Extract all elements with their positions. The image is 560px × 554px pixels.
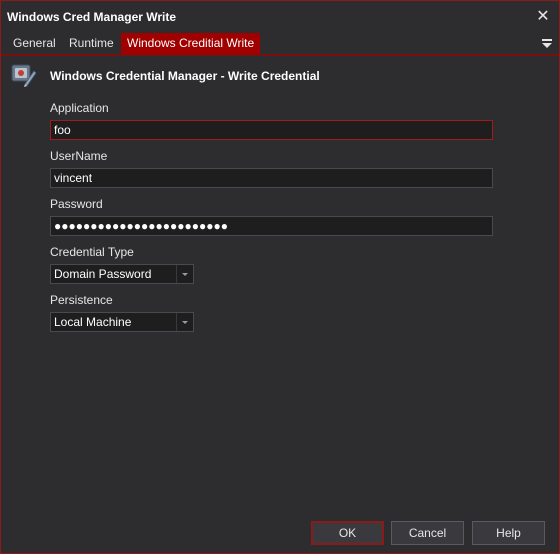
footer: OK Cancel Help bbox=[1, 513, 559, 553]
title-bar: Windows Cred Manager Write ✕ bbox=[1, 1, 559, 33]
tab-windows-creditial-write[interactable]: Windows Creditial Write bbox=[121, 33, 261, 54]
cancel-button[interactable]: Cancel bbox=[391, 521, 464, 545]
chevron-down-icon[interactable] bbox=[176, 313, 193, 331]
menu-icon[interactable] bbox=[541, 36, 553, 50]
credential-type-value: Domain Password bbox=[54, 267, 152, 281]
help-button[interactable]: Help bbox=[472, 521, 545, 545]
dialog-window: Windows Cred Manager Write ✕ General Run… bbox=[0, 0, 560, 554]
ok-button[interactable]: OK bbox=[311, 521, 384, 545]
password-label: Password bbox=[50, 197, 103, 211]
credential-type-label: Credential Type bbox=[50, 245, 134, 259]
tab-runtime[interactable]: Runtime bbox=[63, 33, 120, 54]
persistence-select[interactable]: Local Machine bbox=[50, 312, 194, 332]
tab-general[interactable]: General bbox=[7, 33, 62, 54]
credential-manager-icon bbox=[11, 62, 37, 88]
chevron-down-icon[interactable] bbox=[176, 265, 193, 283]
credential-type-select[interactable]: Domain Password bbox=[50, 264, 194, 284]
application-input[interactable] bbox=[50, 120, 493, 140]
persistence-value: Local Machine bbox=[54, 315, 132, 329]
password-input[interactable] bbox=[50, 216, 493, 236]
section-title: Windows Credential Manager - Write Crede… bbox=[50, 69, 320, 83]
close-icon[interactable]: ✕ bbox=[533, 7, 553, 27]
tab-bar: General Runtime Windows Creditial Write bbox=[1, 33, 559, 56]
persistence-label: Persistence bbox=[50, 293, 113, 307]
window-title: Windows Cred Manager Write bbox=[7, 10, 177, 24]
username-label: UserName bbox=[50, 149, 108, 163]
username-input[interactable] bbox=[50, 168, 493, 188]
application-label: Application bbox=[50, 101, 109, 115]
